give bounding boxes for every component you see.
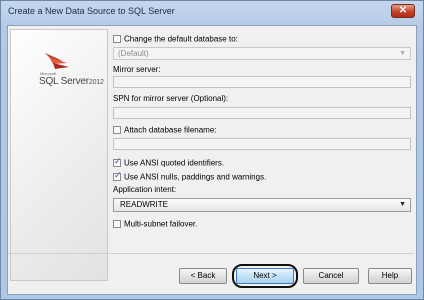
mirror-server-field	[113, 76, 411, 88]
change-default-db-row[interactable]: Change the default database to:	[113, 34, 238, 43]
close-icon: ✕	[398, 5, 408, 16]
default-database-select: (Default) ▼	[113, 47, 411, 60]
default-database-value: (Default)	[118, 49, 149, 58]
button-separator	[8, 253, 414, 254]
dialog-window: Create a New Data Source to SQL Server ✕…	[0, 0, 424, 300]
app-intent-value: READWRITE	[120, 200, 168, 209]
cancel-button[interactable]: Cancel	[303, 268, 359, 284]
multi-subnet-checkbox[interactable]	[113, 219, 121, 228]
attach-db-checkbox[interactable]	[113, 125, 121, 134]
chevron-down-icon: ▼	[399, 50, 406, 57]
ansi-nulls-label: Use ANSI nulls, paddings and warnings.	[124, 172, 267, 182]
sql-server-logo-icon	[45, 53, 69, 69]
ansi-quoted-label: Use ANSI quoted identifiers.	[124, 158, 225, 168]
side-logo-panel: Microsoft SQL Server2012	[10, 29, 108, 281]
next-button[interactable]: Next >	[236, 268, 294, 284]
spn-mirror-label: SPN for mirror server (Optional):	[113, 94, 229, 103]
ansi-nulls-row[interactable]: Use ANSI nulls, paddings and warnings.	[113, 171, 267, 182]
change-default-db-label: Change the default database to:	[124, 34, 238, 44]
back-button[interactable]: < Back	[179, 268, 227, 284]
title-bar: Create a New Data Source to SQL Server ✕	[1, 1, 423, 23]
app-intent-select[interactable]: READWRITE ▼	[113, 198, 411, 212]
app-intent-label: Application intent:	[113, 185, 177, 194]
ansi-quoted-checkbox[interactable]	[113, 157, 122, 167]
window-title: Create a New Data Source to SQL Server	[8, 6, 175, 16]
logo-product-name: SQL Server2012	[39, 76, 104, 87]
logo-product-label: SQL Server	[39, 76, 89, 87]
attach-db-field	[113, 138, 411, 150]
chevron-down-icon: ▼	[399, 201, 406, 208]
close-button[interactable]: ✕	[391, 4, 415, 18]
ansi-nulls-checkbox[interactable]	[113, 171, 122, 181]
ansi-quoted-row[interactable]: Use ANSI quoted identifiers.	[113, 157, 225, 168]
help-button[interactable]: Help	[368, 268, 412, 284]
spn-mirror-field	[113, 107, 411, 119]
attach-db-row[interactable]: Attach database filename:	[113, 125, 217, 134]
change-default-db-checkbox[interactable]	[113, 34, 121, 43]
attach-db-label: Attach database filename:	[124, 125, 217, 135]
multi-subnet-row[interactable]: Multi-subnet failover.	[113, 219, 197, 228]
logo-year: 2012	[88, 79, 104, 86]
multi-subnet-label: Multi-subnet failover.	[124, 219, 198, 229]
dialog-client-area: Microsoft SQL Server2012 Change the defa…	[7, 25, 417, 295]
mirror-server-label: Mirror server:	[113, 65, 161, 74]
